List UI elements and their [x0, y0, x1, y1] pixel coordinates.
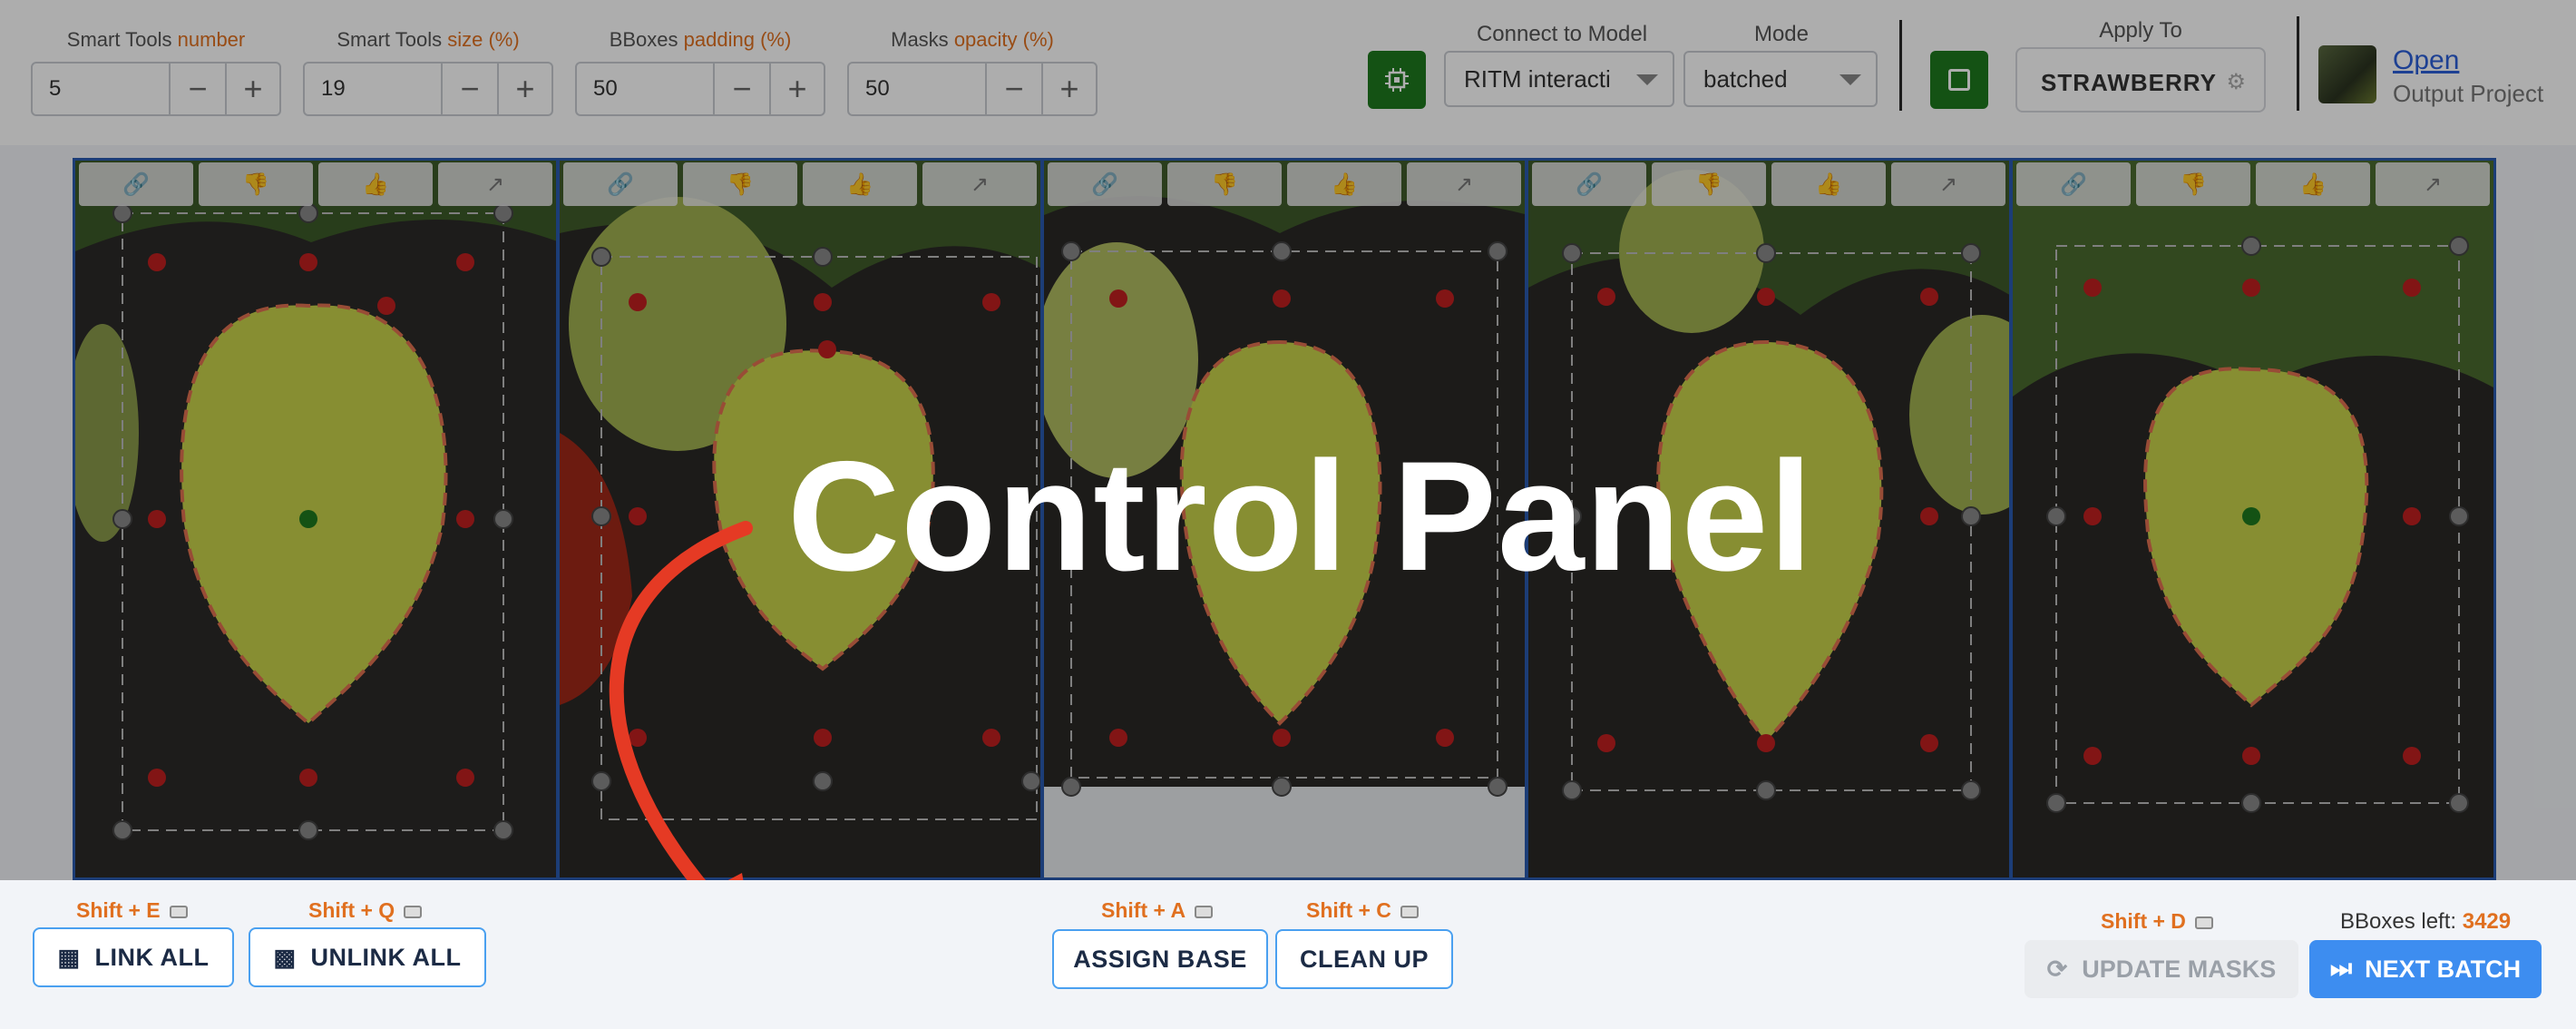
next-batch-button[interactable]: ⏭ NEXT BATCH — [2309, 940, 2542, 998]
grid-icon: ▦ — [57, 943, 81, 971]
keyboard-icon — [1400, 905, 1419, 918]
keyboard-icon — [1195, 905, 1214, 918]
refresh-icon: ⟳ — [2046, 955, 2068, 983]
unlink-all-button[interactable]: ▩ UNLINK ALL — [249, 927, 486, 987]
keyboard-icon — [2194, 916, 2213, 929]
shortcut-hint: Shift + C — [1306, 898, 1419, 923]
update-masks-button[interactable]: ⟳ UPDATE MASKS — [2025, 940, 2298, 998]
bboxes-left-counter: BBoxes left: 3429 — [2340, 909, 2512, 934]
shortcut-hint: Shift + A — [1101, 898, 1214, 923]
assign-base-button[interactable]: ASSIGN BASE — [1052, 929, 1268, 989]
grid-off-icon: ▩ — [273, 943, 297, 971]
keyboard-icon — [169, 905, 188, 918]
skip-next-icon: ⏭ — [2329, 955, 2353, 982]
keyboard-icon — [404, 905, 423, 918]
shortcut-hint: Shift + E — [76, 898, 188, 923]
shortcut-hint: Shift + Q — [308, 898, 423, 923]
control-panel: Shift + E ▦ LINK ALL Shift + Q ▩ UNLINK … — [0, 880, 2576, 1029]
clean-up-button[interactable]: CLEAN UP — [1275, 929, 1453, 989]
callout-arrow-icon — [609, 521, 753, 935]
link-all-button[interactable]: ▦ LINK ALL — [33, 927, 234, 987]
shortcut-hint: Shift + D — [2101, 909, 2213, 934]
